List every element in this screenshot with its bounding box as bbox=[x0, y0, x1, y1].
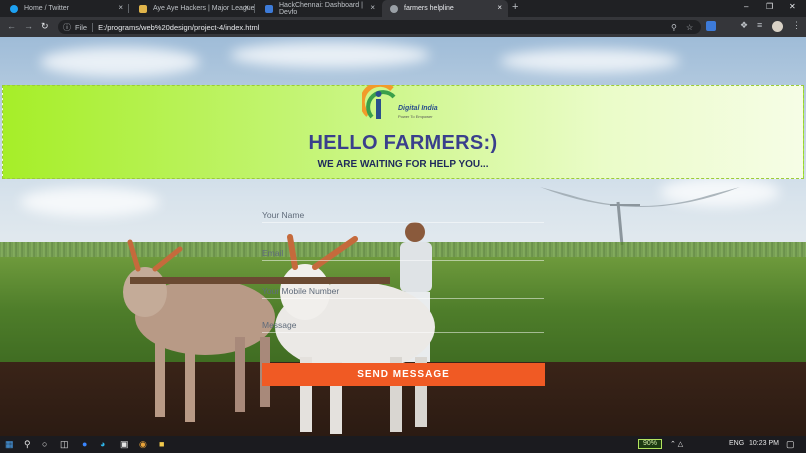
tab-label: HackChennai: Dashboard | Devfo bbox=[279, 1, 363, 16]
cloud bbox=[230, 42, 430, 68]
tab-divider bbox=[254, 4, 255, 13]
mobile-placeholder: Your Mobile Number bbox=[262, 286, 340, 296]
scheme-label: File bbox=[75, 22, 88, 32]
web-page: Digital India Power To Empower HELLO FAR… bbox=[0, 37, 806, 436]
message-field[interactable]: Message bbox=[262, 317, 544, 333]
browser-tab-bar: Home / Twitter × Aye Aye Hackers | Major… bbox=[0, 0, 806, 17]
logo-tagline: Power To Empower bbox=[398, 114, 433, 119]
tab-hackchennai[interactable]: HackChennai: Dashboard | Devfo × bbox=[257, 0, 381, 17]
page-subtitle: WE ARE WAITING FOR HELP YOU... bbox=[317, 159, 489, 170]
tab-label: farmers helpline bbox=[404, 5, 454, 12]
task-view-icon[interactable]: ◫ bbox=[60, 439, 69, 450]
close-tab-icon[interactable]: × bbox=[118, 3, 123, 12]
url-text[interactable]: E:/programs/web%20design/project-4/index… bbox=[98, 23, 259, 32]
cloud bbox=[500, 49, 680, 73]
file-explorer-icon[interactable]: ■ bbox=[159, 439, 164, 449]
forward-arrow-icon[interactable]: → bbox=[24, 21, 33, 31]
windows-taskbar: ▦ ⚲ ○ ◫ ● ◕ ▣ ◉ ■ 90% ⌃ △ ENG 10:23 PM ▢ bbox=[0, 436, 806, 453]
window-close-button[interactable]: ✕ bbox=[789, 2, 796, 11]
close-tab-icon[interactable]: × bbox=[497, 3, 502, 12]
reading-list-icon[interactable]: ≡ bbox=[757, 20, 762, 30]
edge-icon[interactable]: ◕ bbox=[100, 439, 105, 449]
email-field[interactable]: Email bbox=[262, 245, 544, 261]
logo-title: Digital India bbox=[398, 105, 438, 112]
address-bar[interactable]: ⓘ File E:/programs/web%20design/project-… bbox=[58, 20, 701, 34]
tab-label: Aye Aye Hackers | Major League bbox=[153, 5, 255, 12]
battery-indicator[interactable]: 90% bbox=[638, 439, 662, 449]
satellite-dish-illustration bbox=[540, 187, 740, 246]
bookmark-star-icon[interactable]: ☆ bbox=[686, 23, 693, 32]
profile-avatar[interactable] bbox=[772, 21, 783, 32]
send-message-button[interactable]: SEND MESSAGE bbox=[262, 363, 545, 386]
clock[interactable]: 10:23 PM bbox=[749, 440, 779, 447]
name-placeholder: Your Name bbox=[262, 210, 305, 220]
mobile-number-field[interactable]: Your Mobile Number bbox=[262, 283, 544, 299]
mlh-icon bbox=[139, 4, 147, 13]
windows-start-icon[interactable]: ▦ bbox=[5, 439, 14, 450]
chrome-icon[interactable]: ◉ bbox=[139, 439, 147, 450]
tab-divider bbox=[128, 4, 129, 13]
name-field[interactable]: Your Name bbox=[262, 207, 544, 223]
email-placeholder: Email bbox=[262, 248, 284, 258]
more-menu-icon[interactable]: ⋮ bbox=[792, 20, 801, 31]
page-title: HELLO FARMERS:) bbox=[308, 132, 498, 154]
restore-button[interactable]: ❐ bbox=[766, 2, 773, 11]
tab-aye-aye-hackers[interactable]: Aye Aye Hackers | Major League × bbox=[131, 0, 255, 17]
zoom-icon[interactable]: ⚲ bbox=[671, 23, 677, 32]
omnibox-divider bbox=[92, 22, 94, 32]
tab-twitter[interactable]: Home / Twitter × bbox=[2, 0, 129, 17]
twitter-icon bbox=[10, 4, 18, 13]
devfolio-icon bbox=[265, 4, 273, 13]
tab-label: Home / Twitter bbox=[24, 5, 69, 12]
app-icon[interactable]: ● bbox=[82, 439, 87, 449]
minimize-button[interactable]: – bbox=[744, 2, 748, 11]
tab-farmers-helpline[interactable]: farmers helpline × bbox=[382, 0, 508, 17]
globe-icon bbox=[390, 4, 398, 13]
message-placeholder: Message bbox=[262, 320, 297, 330]
extensions-puzzle-icon[interactable]: ❖ bbox=[740, 20, 748, 31]
close-tab-icon[interactable]: × bbox=[244, 3, 249, 12]
browser-toolbar: ← → ↻ ⓘ File E:/programs/web%20design/pr… bbox=[0, 17, 806, 37]
new-tab-button[interactable]: + bbox=[512, 1, 518, 13]
store-icon[interactable]: ▣ bbox=[120, 439, 129, 450]
tray-icons[interactable]: ⌃ △ bbox=[670, 440, 683, 448]
site-info-icon[interactable]: ⓘ bbox=[63, 22, 71, 33]
reload-icon[interactable]: ↻ bbox=[41, 21, 49, 32]
translate-extension-icon[interactable] bbox=[706, 21, 716, 31]
notifications-icon[interactable]: ▢ bbox=[786, 439, 795, 450]
language-indicator[interactable]: ENG bbox=[729, 440, 744, 447]
cloud bbox=[40, 47, 200, 77]
search-icon[interactable]: ⚲ bbox=[24, 439, 31, 450]
cortana-icon[interactable]: ○ bbox=[42, 439, 47, 449]
close-tab-icon[interactable]: × bbox=[370, 3, 375, 12]
back-arrow-icon[interactable]: ← bbox=[7, 21, 16, 31]
